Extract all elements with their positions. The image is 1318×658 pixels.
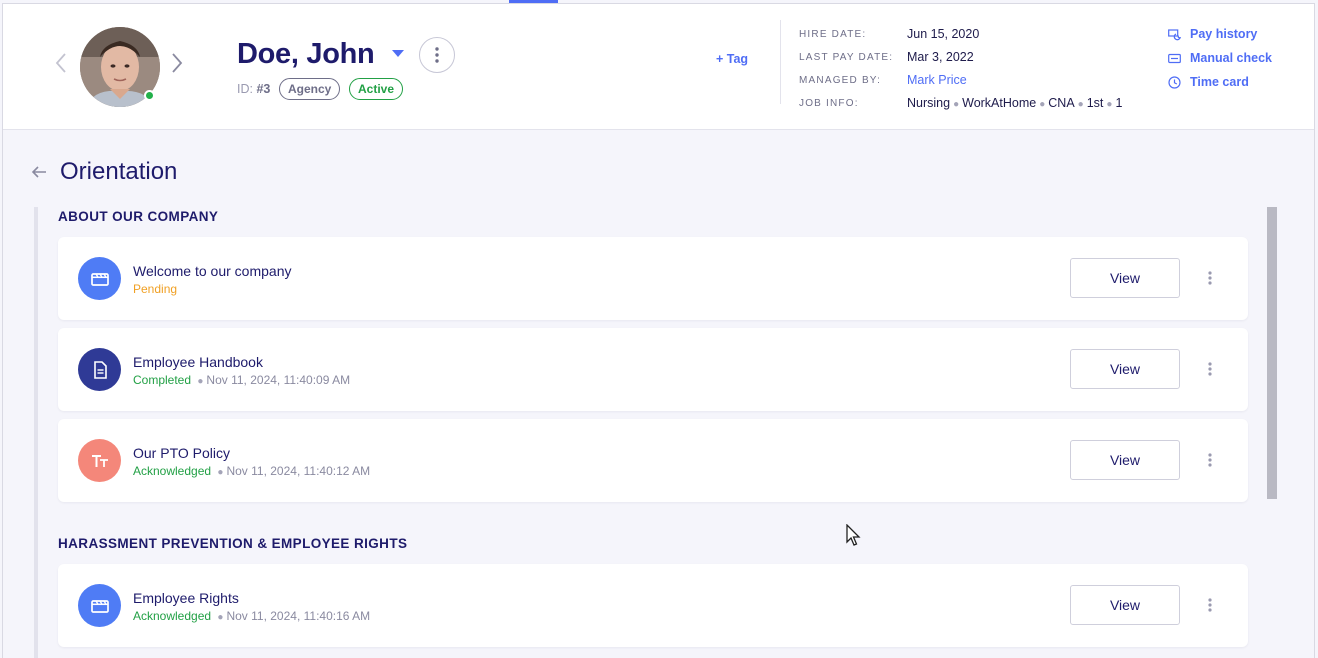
item-more-icon[interactable] [1202,268,1218,288]
view-button[interactable]: View [1070,585,1180,625]
header-divider [780,20,781,104]
add-tag-link[interactable]: + Tag [716,52,748,66]
item-title: Welcome to our company [133,263,292,279]
tag-active-badge[interactable]: Active [349,78,404,100]
back-arrow-icon[interactable] [31,164,47,180]
prev-employee-chevron-left-icon[interactable] [53,50,69,76]
employee-name: Doe, John [237,38,375,70]
tag-agency-badge[interactable]: Agency [279,78,341,100]
next-employee-chevron-right-icon[interactable] [169,50,185,76]
item-status: Pending [133,282,178,296]
employee-actions-more-icon[interactable] [419,37,455,73]
check-icon [1168,53,1181,63]
employee-header: Doe, John ID: #3 Agency Active + Tag HIR… [3,4,1314,130]
item-title: Employee Handbook [133,354,263,370]
view-button[interactable]: View [1070,440,1180,480]
item-status: Acknowledged ● Nov 11, 2024, 11:40:12 AM [133,464,371,478]
managed-by-link[interactable]: Mark Price [907,73,967,87]
pay-history-icon [1168,28,1181,40]
employee-switch-caret-down-icon[interactable] [392,50,404,58]
hire-date-value: Jun 15, 2020 [907,27,980,41]
online-status-dot [144,90,155,101]
section-title-about-company: ABOUT OUR COMPANY [58,209,219,224]
last-pay-date-label: LAST PAY DATE: [799,52,894,63]
item-title: Our PTO Policy [133,445,230,461]
last-pay-date-value: Mar 3, 2022 [907,50,974,64]
job-info-label: JOB INFO: [799,98,859,109]
document-icon [78,348,121,391]
item-status: Acknowledged ● Nov 11, 2024, 11:40:16 AM [133,609,371,623]
item-status: Completed ● Nov 11, 2024, 11:40:09 AM [133,373,351,387]
list-item: Employee Rights Acknowledged ● Nov 11, 20… [58,564,1248,647]
section-title-harassment-prevention: HARASSMENT PREVENTION & EMPLOYEE RIGHTS [58,536,408,551]
hire-date-label: HIRE DATE: [799,29,867,40]
video-icon [78,257,121,300]
video-icon [78,584,121,627]
view-button[interactable]: View [1070,349,1180,389]
employee-id: ID: #3 [237,82,271,96]
list-item: Welcome to our company Pending View [58,237,1248,320]
item-title: Employee Rights [133,590,239,606]
view-button[interactable]: View [1070,258,1180,298]
item-more-icon[interactable] [1202,450,1218,470]
list-item: Employee Handbook Completed ● Nov 11, 202… [58,328,1248,411]
item-more-icon[interactable] [1202,359,1218,379]
time-card-link[interactable]: Time card [1168,75,1249,89]
list-item: Our PTO Policy Acknowledged ● Nov 11, 202… [58,419,1248,502]
active-tab-indicator [509,0,558,3]
item-more-icon[interactable] [1202,595,1218,615]
page-title: Orientation [60,158,178,185]
text-icon [78,439,121,482]
section-rail [34,207,38,658]
managed-by-label: MANAGED BY: [799,75,882,86]
scrollbar-thumb[interactable] [1267,207,1277,499]
manual-check-link[interactable]: Manual check [1168,51,1272,65]
pay-history-link[interactable]: Pay history [1168,27,1257,41]
mouse-pointer-icon [846,524,861,546]
job-info-value: Nursing ● WorkAtHome ● CNA ● 1st ● 1 [907,96,1123,110]
clock-icon [1168,75,1181,89]
